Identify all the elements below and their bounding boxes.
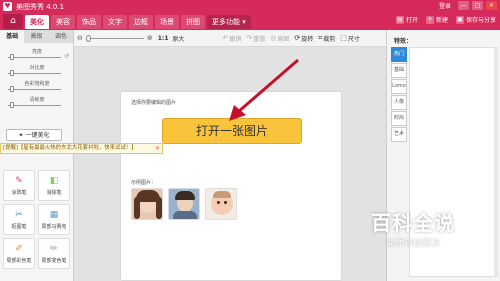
watermark-sub: 助你轻松解决	[385, 239, 440, 249]
watermark-main: 百科全说	[371, 211, 455, 235]
arrow-shaft	[237, 58, 299, 114]
watermark: 百科全说 助你轻松解决	[353, 207, 473, 249]
